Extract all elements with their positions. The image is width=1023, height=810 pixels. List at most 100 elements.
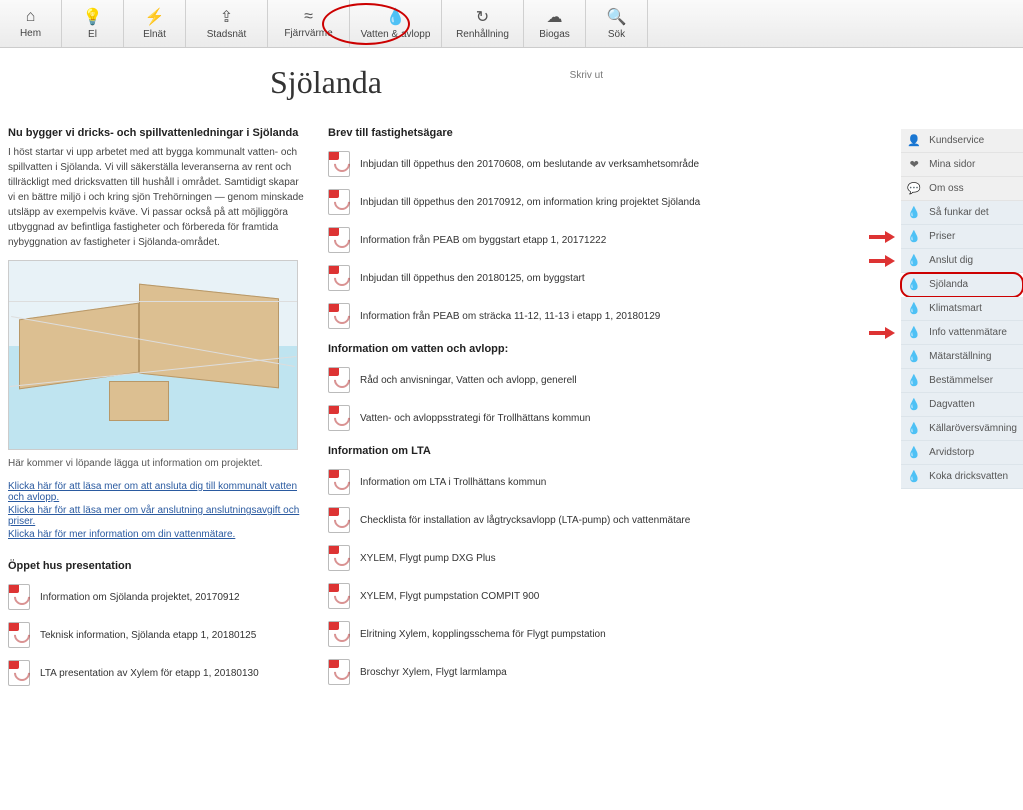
nav-label: Fjärrvärme xyxy=(284,28,332,39)
vatten-avlopp-icon: 💧 xyxy=(386,7,406,27)
sidebar-label: Så funkar det xyxy=(929,207,988,218)
info-link[interactable]: Klicka här för mer information om din va… xyxy=(8,529,308,540)
water-drop-icon: 💧 xyxy=(907,422,921,435)
main-columns: Nu bygger vi dricks- och spillvattenledn… xyxy=(0,111,901,728)
print-link[interactable]: Skriv ut xyxy=(570,70,603,81)
pdf-label: Information om Sjölanda projektet, 20170… xyxy=(40,592,240,603)
nav-eln-t[interactable]: ⚡ Elnät xyxy=(124,0,186,47)
sidebar-item-klimatsmart[interactable]: 💧Klimatsmart xyxy=(901,297,1023,321)
pdf-label: Information om LTA i Trollhättans kommun xyxy=(360,477,546,488)
nav-label: El xyxy=(88,29,97,40)
nav-label: Elnät xyxy=(143,29,166,40)
sidebar: 👤Kundservice❤Mina sidor💬Om oss💧Så funkar… xyxy=(901,129,1023,489)
nav-label: Stadsnät xyxy=(207,29,246,40)
nav-el[interactable]: 💡 El xyxy=(62,0,124,47)
sidebar-label: Dagvatten xyxy=(929,399,975,410)
water-drop-icon: 💧 xyxy=(907,446,921,459)
el-icon: 💡 xyxy=(83,7,103,27)
nav-vatten-avlopp[interactable]: 💧 Vatten & avlopp xyxy=(350,0,442,47)
info-link[interactable]: Klicka här för att läsa mer om att anslu… xyxy=(8,481,308,503)
nav-fj-rrv-rme[interactable]: ≈Fjärrvärme xyxy=(268,0,350,47)
pdf-link[interactable]: Inbjudan till öppethus den 20170608, om … xyxy=(328,151,893,177)
sidebar-label: Arvidstorp xyxy=(929,447,974,458)
nav-renh-llning[interactable]: ↻ Renhållning xyxy=(442,0,524,47)
pdf-icon xyxy=(328,545,350,571)
s-k-icon: 🔍 xyxy=(607,7,627,27)
sidebar-item-kundservice[interactable]: 👤Kundservice xyxy=(901,129,1023,153)
sidebar-item-koka-dricksvatten[interactable]: 💧Koka dricksvatten xyxy=(901,465,1023,489)
va-docs: Råd och anvisningar, Vatten och avlopp, … xyxy=(328,367,893,431)
lta-heading: Information om LTA xyxy=(328,445,893,457)
pdf-link[interactable]: Broschyr Xylem, Flygt larmlampa xyxy=(328,659,893,685)
water-drop-icon: 💧 xyxy=(907,470,921,483)
pdf-link[interactable]: XYLEM, Flygt pumpstation COMPIT 900 xyxy=(328,583,893,609)
nav-label: Vatten & avlopp xyxy=(361,29,431,40)
pdf-link[interactable]: Råd och anvisningar, Vatten och avlopp, … xyxy=(328,367,893,393)
sidebar-item-sj-landa[interactable]: 💧Sjölanda xyxy=(901,273,1023,297)
sidebar-item-priser[interactable]: 💧Priser xyxy=(901,225,1023,249)
pdf-icon xyxy=(8,622,30,648)
pdf-link[interactable]: Elritning Xylem, kopplingsschema för Fly… xyxy=(328,621,893,647)
sidebar-item-info-vattenm-tare[interactable]: 💧Info vattenmätare xyxy=(901,321,1023,345)
map-image xyxy=(8,260,298,450)
left-heading: Nu bygger vi dricks- och spillvattenledn… xyxy=(8,127,308,139)
sidebar-label: Kundservice xyxy=(929,135,984,146)
brev-heading: Brev till fastighetsägare xyxy=(328,127,893,139)
top-nav: ⌂Hem 💡 El ⚡ Elnät ⇪Stadsnät≈Fjärrvärme 💧 Vatten… xyxy=(0,0,1023,48)
nav-stadsn-t[interactable]: ⇪Stadsnät xyxy=(186,0,268,47)
presentation-heading: Öppet hus presentation xyxy=(8,560,308,572)
sidebar-item-s-funkar-det[interactable]: 💧Så funkar det xyxy=(901,201,1023,225)
pdf-icon xyxy=(328,189,350,215)
va-heading: Information om vatten och avlopp: xyxy=(328,343,893,355)
info-link[interactable]: Klicka här för att läsa mer om vår anslu… xyxy=(8,505,308,527)
pdf-label: Inbjudan till öppethus den 20170608, om … xyxy=(360,159,699,170)
pdf-link[interactable]: XYLEM, Flygt pump DXG Plus xyxy=(328,545,893,571)
pdf-link[interactable]: Information om LTA i Trollhättans kommun xyxy=(328,469,893,495)
pdf-link[interactable]: LTA presentation av Xylem för etapp 1, 2… xyxy=(8,660,308,686)
pdf-link[interactable]: Checklista för installation av lågtrycks… xyxy=(328,507,893,533)
pdf-link[interactable]: Inbjudan till öppethus den 20170912, om … xyxy=(328,189,893,215)
sidebar-item-arvidstorp[interactable]: 💧 Arvidstorp xyxy=(901,441,1023,465)
water-drop-icon: 💧 xyxy=(907,326,921,339)
sidebar-item-m-tarst-llning[interactable]: 💧Mätarställning xyxy=(901,345,1023,369)
pdf-link[interactable]: Teknisk information, Sjölanda etapp 1, 2… xyxy=(8,622,308,648)
lta-docs: Information om LTA i Trollhättans kommun… xyxy=(328,469,893,685)
pdf-link[interactable]: Information från PEAB om sträcka 11-12, … xyxy=(328,303,893,329)
pdf-label: Information från PEAB om byggstart etapp… xyxy=(360,235,606,246)
sidebar-item-best-mmelser[interactable]: 💧Bestämmelser xyxy=(901,369,1023,393)
sidebar-item-mina-sidor[interactable]: ❤Mina sidor xyxy=(901,153,1023,177)
pdf-icon xyxy=(328,621,350,647)
pdf-icon xyxy=(328,367,350,393)
pdf-link[interactable]: Vatten- och avloppsstrategi för Trollhät… xyxy=(328,405,893,431)
sidebar-item-anslut-dig[interactable]: 💧Anslut dig xyxy=(901,249,1023,273)
nav-label: Renhållning xyxy=(456,29,509,40)
pdf-icon xyxy=(328,265,350,291)
presentation-docs: Information om Sjölanda projektet, 20170… xyxy=(8,584,308,686)
pdf-label: Information från PEAB om sträcka 11-12, … xyxy=(360,311,660,322)
sidebar-label: Bestämmelser xyxy=(929,375,993,386)
nav-biogas[interactable]: ☁Biogas xyxy=(524,0,586,47)
nav-s-k[interactable]: 🔍Sök xyxy=(586,0,648,47)
pdf-icon xyxy=(328,583,350,609)
pdf-label: XYLEM, Flygt pump DXG Plus xyxy=(360,553,496,564)
pdf-label: Broschyr Xylem, Flygt larmlampa xyxy=(360,667,507,678)
page-title: Sjölanda xyxy=(270,64,382,100)
eln-t-icon: ⚡ xyxy=(145,7,165,27)
pdf-link[interactable]: Information från PEAB om byggstart etapp… xyxy=(328,227,893,253)
title-area: Sjölanda Skriv ut xyxy=(0,48,1023,111)
nav-hem[interactable]: ⌂Hem xyxy=(0,0,62,47)
sidebar-item-dagvatten[interactable]: 💧Dagvatten xyxy=(901,393,1023,417)
sidebar-label: Om oss xyxy=(929,183,963,194)
biogas-icon: ☁ xyxy=(547,7,563,27)
water-drop-icon: 💧 xyxy=(907,350,921,363)
renh-llning-icon: ↻ xyxy=(476,7,489,27)
pdf-icon xyxy=(328,659,350,685)
sidebar-item-om-oss[interactable]: 💬Om oss xyxy=(901,177,1023,201)
column-middle: Brev till fastighetsägare Inbjudan till … xyxy=(328,121,893,698)
pdf-link[interactable]: Inbjudan till öppethus den 20180125, om … xyxy=(328,265,893,291)
sidebar-label: Anslut dig xyxy=(929,255,973,266)
nav-label: Hem xyxy=(20,28,41,39)
pdf-link[interactable]: Information om Sjölanda projektet, 20170… xyxy=(8,584,308,610)
sidebar-item-k-llar-versv-mning[interactable]: 💧Källaröversvämning xyxy=(901,417,1023,441)
left-intro: I höst startar vi upp arbetet med att by… xyxy=(8,145,308,250)
